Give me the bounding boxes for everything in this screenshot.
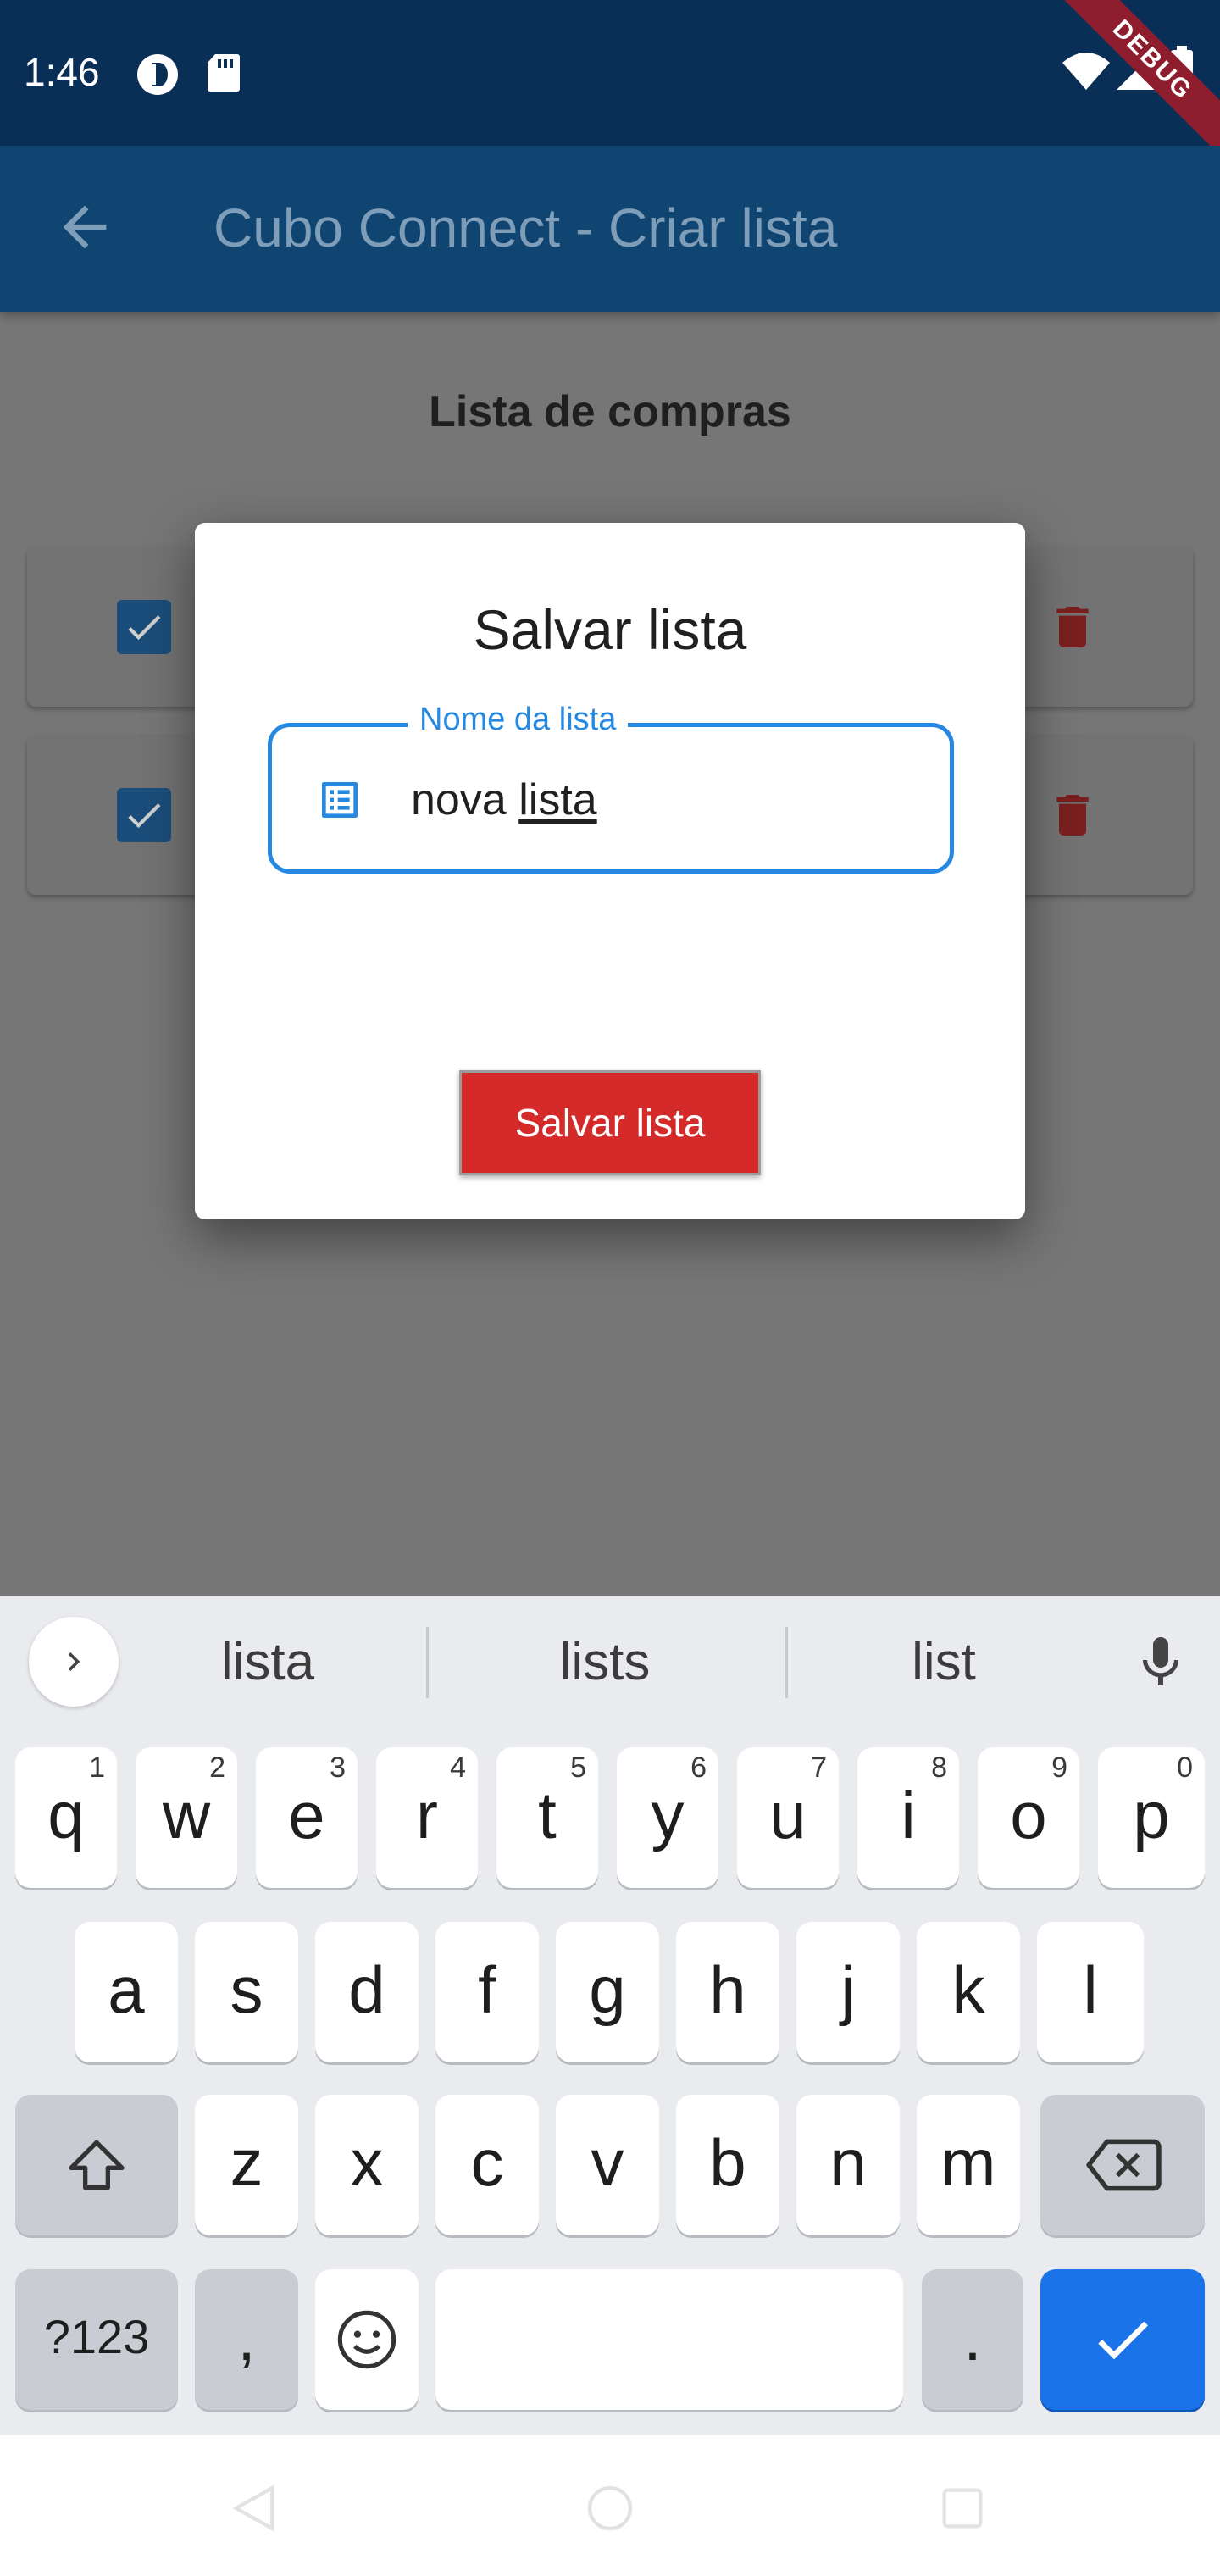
key-b[interactable]: b — [676, 2095, 779, 2235]
trash-icon[interactable] — [1045, 783, 1100, 852]
period-key[interactable]: . — [922, 2269, 1023, 2410]
wifi-icon — [1061, 51, 1112, 96]
key-v[interactable]: v — [556, 2095, 659, 2235]
list-icon — [316, 776, 363, 828]
save-list-button[interactable]: Salvar lista — [459, 1070, 761, 1175]
key-d[interactable]: d — [315, 1922, 419, 2062]
key-o[interactable]: o9 — [978, 1747, 1079, 1888]
list-name-field[interactable]: Nome da lista nova lista — [268, 702, 954, 874]
field-label: Nome da lista — [408, 702, 629, 738]
key-m[interactable]: m — [917, 2095, 1020, 2235]
checkbox-checked[interactable] — [117, 600, 171, 654]
key-n[interactable]: n — [796, 2095, 900, 2235]
backspace-key[interactable] — [1040, 2095, 1205, 2235]
status-time: 1:46 — [24, 50, 100, 94]
arrow-back-icon[interactable] — [53, 195, 117, 259]
emoji-key[interactable] — [315, 2269, 419, 2410]
backspace-icon — [1086, 2139, 1162, 2191]
suggestion-bar: lista lists list — [0, 1596, 1220, 1737]
key-t[interactable]: t5 — [496, 1747, 598, 1888]
recents-nav-icon[interactable] — [935, 2481, 990, 2540]
key-f[interactable]: f — [435, 1922, 539, 2062]
key-c[interactable]: c — [435, 2095, 539, 2235]
suggestion-divider — [785, 1627, 788, 1698]
status-bar: 1:46 DEBUG — [0, 0, 1220, 164]
composing-text: lista — [518, 775, 597, 824]
key-r[interactable]: r4 — [376, 1747, 478, 1888]
check-icon — [1098, 2321, 1148, 2360]
on-screen-keyboard: lista lists list q1 w2 e3 r4 t5 y6 u7 i8… — [0, 1596, 1220, 2435]
sd-card-icon — [207, 53, 241, 97]
accessibility-icon — [136, 53, 180, 101]
comma-key[interactable]: , — [195, 2269, 298, 2410]
suggestion-2[interactable]: lists — [452, 1632, 757, 1692]
expand-toolbar-button[interactable] — [29, 1617, 119, 1707]
trash-icon[interactable] — [1045, 595, 1100, 663]
suggestion-divider — [426, 1627, 429, 1698]
space-key[interactable] — [435, 2269, 903, 2410]
key-x[interactable]: x — [315, 2095, 419, 2235]
app-bar: Cubo Connect - Criar lista — [0, 146, 1220, 312]
key-p[interactable]: p0 — [1098, 1747, 1205, 1888]
key-j[interactable]: j — [796, 1922, 900, 2062]
key-z[interactable]: z — [195, 2095, 298, 2235]
key-i[interactable]: i8 — [857, 1747, 959, 1888]
page-title: Cubo Connect - Criar lista — [214, 197, 838, 258]
list-name-input[interactable]: nova lista — [411, 774, 597, 825]
list-heading: Lista de compras — [429, 387, 791, 436]
key-y[interactable]: y6 — [617, 1747, 718, 1888]
checkbox-checked[interactable] — [117, 788, 171, 842]
key-h[interactable]: h — [676, 1922, 779, 2062]
home-nav-icon[interactable] — [583, 2481, 637, 2540]
key-u[interactable]: u7 — [737, 1747, 839, 1888]
emoji-icon — [337, 2310, 396, 2369]
suggestion-3[interactable]: list — [791, 1632, 1096, 1692]
key-w[interactable]: w2 — [136, 1747, 237, 1888]
key-k[interactable]: k — [917, 1922, 1020, 2062]
back-nav-icon[interactable] — [227, 2481, 281, 2540]
key-q[interactable]: q1 — [15, 1747, 117, 1888]
navigation-bar — [0, 2435, 1220, 2576]
shift-key[interactable] — [15, 2095, 178, 2235]
suggestion-1[interactable]: lista — [115, 1632, 420, 1692]
microphone-icon[interactable] — [1130, 1629, 1191, 1701]
key-a[interactable]: a — [75, 1922, 178, 2062]
symbols-key[interactable]: ?123 — [15, 2269, 178, 2410]
done-key[interactable] — [1040, 2269, 1205, 2410]
key-g[interactable]: g — [556, 1922, 659, 2062]
dialog-title: Salvar lista — [473, 598, 747, 661]
key-s[interactable]: s — [195, 1922, 298, 2062]
save-list-dialog: Salvar lista Nome da lista nova lista Sa… — [195, 523, 1025, 1219]
key-e[interactable]: e3 — [256, 1747, 358, 1888]
key-l[interactable]: l — [1037, 1922, 1144, 2062]
shift-icon — [69, 2140, 125, 2190]
